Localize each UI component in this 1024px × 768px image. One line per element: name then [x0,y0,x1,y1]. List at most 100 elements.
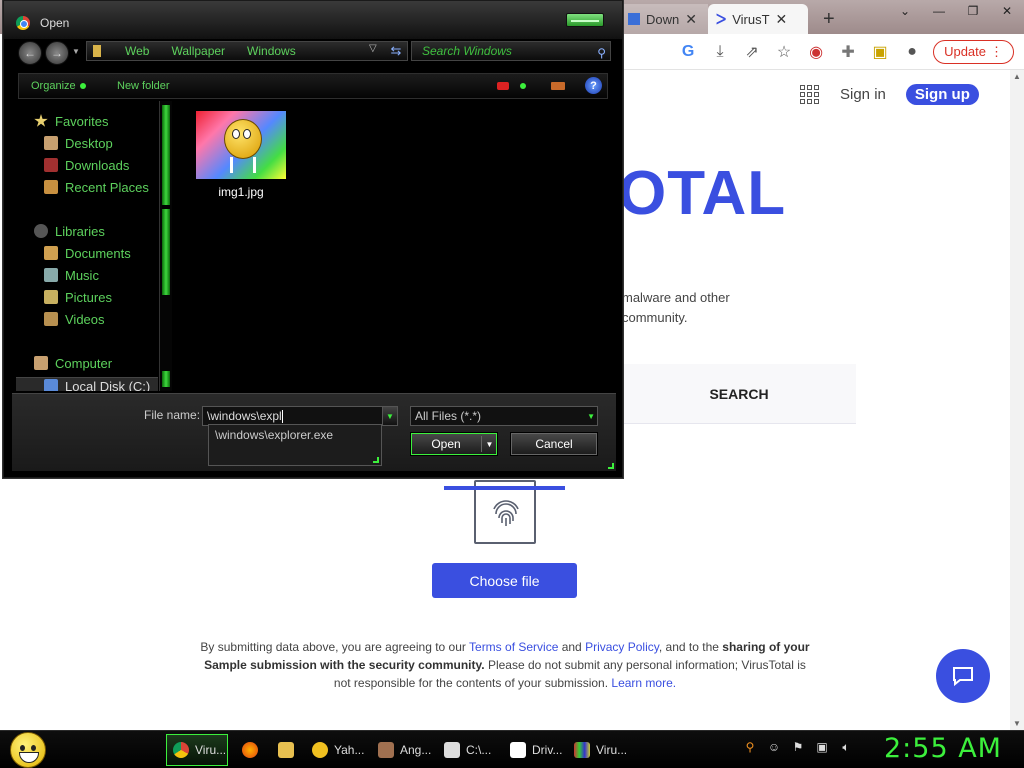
open-file-dialog: Open ← → ▼ Web Wallpaper Windows ▽ ⇆ Sea… [3,0,623,478]
taskbar-item-explorer[interactable] [272,734,302,766]
security-flag-icon[interactable]: ⚑ [790,739,806,755]
breadcrumb-wallpaper[interactable]: Wallpaper [171,44,225,58]
tab-virustotal[interactable]: ᐳ VirusT ✕ [708,4,808,34]
chat-bubble-icon [953,667,973,687]
taskbar-item-virustotal[interactable]: Viru... [568,734,630,766]
cancel-button[interactable]: Cancel [510,432,598,456]
nav-local-disk[interactable]: Local Disk (C:) [44,376,150,391]
preview-pane-icon[interactable] [551,82,565,90]
sign-in-link[interactable]: Sign in [840,86,886,103]
taskbar-item-firefox[interactable] [236,734,266,766]
learn-more-link[interactable]: Learn more. [611,676,676,690]
download-icon[interactable]: ⤓ [709,41,731,63]
history-dropdown-icon[interactable]: ▼ [72,47,80,56]
autocomplete-list: \windows\explorer.exe [208,424,382,466]
tab-search[interactable]: SEARCH [622,364,856,424]
taskbar-item-ang[interactable]: Ang... [372,734,434,766]
change-view-icon[interactable] [497,82,509,90]
new-folder-button[interactable]: New folder [117,80,170,92]
nav-downloads[interactable]: Downloads [44,155,129,175]
open-options-dropdown-icon[interactable]: ▼ [481,436,497,452]
search-icon[interactable]: ⚲ [597,44,606,62]
nav-pictures[interactable]: Pictures [44,287,112,307]
taskbar-item-7zip[interactable]: C:\... [438,734,500,766]
scroll-up-icon[interactable]: ▲ [1013,72,1021,81]
resize-grip-icon[interactable] [373,457,379,463]
computer-icon [34,356,48,370]
network-icon[interactable]: ▣ [814,739,830,755]
back-button[interactable]: ← [18,41,42,65]
breadcrumb-web[interactable]: Web [125,44,149,58]
nav-favorites[interactable]: Favorites [34,111,108,131]
taskbar-clock[interactable]: 2:55 AM [884,733,1002,764]
browser-toolbar: G ⤓ ⇗ ☆ ◉ ✚ ▣ ● Update ⋮ [620,34,1024,70]
terms-of-service-link[interactable]: Terms of Service [469,640,558,654]
taskbar-item-drive[interactable]: Driv... [504,734,566,766]
navigation-scrollbar[interactable] [159,101,172,391]
breadcrumb-windows[interactable]: Windows [247,44,296,58]
nav-recent-places[interactable]: Recent Places [44,177,149,197]
tab-title: Down [646,11,680,27]
choose-file-button[interactable]: Choose file [432,563,577,598]
nav-desktop[interactable]: Desktop [44,133,113,153]
dialog-close-button[interactable] [566,13,604,27]
address-bar[interactable]: Web Wallpaper Windows ▽ ⇆ [86,41,408,61]
file-name-dropdown-icon[interactable]: ▼ [382,406,398,426]
search-input[interactable]: Search Windows ⚲ [411,41,611,61]
maximize-button[interactable]: ❐ [956,0,990,22]
nav-music[interactable]: Music [44,265,99,285]
nav-videos[interactable]: Videos [44,309,105,329]
page-scrollbar[interactable]: ▲ ▼ [1010,70,1024,730]
chevron-down-icon[interactable]: ⌄ [888,0,922,22]
side-panel-icon[interactable]: ▣ [869,41,891,63]
bookmark-star-icon[interactable]: ☆ [773,41,795,63]
tab-downloads[interactable]: Down ✕ [620,4,708,34]
extension-flag-icon[interactable]: ◉ [805,41,827,63]
taskbar-item-yahoo[interactable]: Yah... [306,734,368,766]
scrollbar-thumb[interactable] [162,105,170,295]
file-type-select[interactable]: All Files (*.*) ▼ [410,406,598,426]
autocomplete-item[interactable]: \windows\explorer.exe [215,428,375,442]
file-name-input[interactable]: \windows\expl [202,406,398,426]
address-dropdown-icon[interactable]: ▽ [369,43,377,54]
help-button[interactable]: ? [585,77,602,94]
apps-grid-icon[interactable] [800,84,820,105]
chat-button[interactable] [936,649,990,703]
privacy-policy-link[interactable]: Privacy Policy [585,640,659,654]
extensions-puzzle-icon[interactable]: ✚ [837,41,859,63]
scroll-down-icon[interactable]: ▼ [1013,719,1021,728]
refresh-icon[interactable]: ⇆ [385,42,407,60]
folder-icon [278,742,294,758]
volume-icon[interactable]: 🔈︎ [838,739,854,755]
view-options-dot-icon[interactable] [520,83,526,89]
music-icon [44,268,58,282]
share-icon[interactable]: ⇗ [741,41,763,63]
mascot-legs [230,157,256,173]
open-button[interactable]: Open ▼ [410,432,498,456]
smiley-tray-icon[interactable]: ☺ [766,739,782,755]
tab-close-icon[interactable]: ✕ [685,11,697,28]
organize-menu[interactable]: Organize [31,80,86,92]
chevron-down-icon: ▼ [587,412,595,421]
nav-documents[interactable]: Documents [44,243,131,263]
dialog-resize-grip-icon[interactable] [608,463,614,469]
forward-button[interactable]: → [45,41,69,65]
nav-libraries[interactable]: Libraries [34,221,105,241]
sign-up-button[interactable]: Sign up [905,84,979,105]
books-icon [574,742,590,758]
google-icon[interactable]: G [677,41,699,63]
search-icon[interactable]: ⚲ [742,739,758,755]
scroll-down-button[interactable] [162,371,170,387]
update-button[interactable]: Update ⋮ [933,39,1014,64]
minimize-button[interactable]: — [922,0,956,22]
close-button[interactable]: ✕ [990,0,1024,22]
virustotal-favicon-icon: ᐳ [716,10,727,27]
taskbar-item-chrome-virustotal[interactable]: Viru... [166,734,228,766]
new-tab-button[interactable]: + [815,4,843,34]
tab-close-icon[interactable]: ✕ [776,11,788,28]
start-button[interactable] [10,732,46,768]
profile-avatar-icon[interactable]: ● [901,41,923,63]
dialog-command-bar: Organize New folder ? [18,73,608,99]
nav-computer[interactable]: Computer [34,353,112,373]
file-item[interactable]: img1.jpg [194,111,288,199]
